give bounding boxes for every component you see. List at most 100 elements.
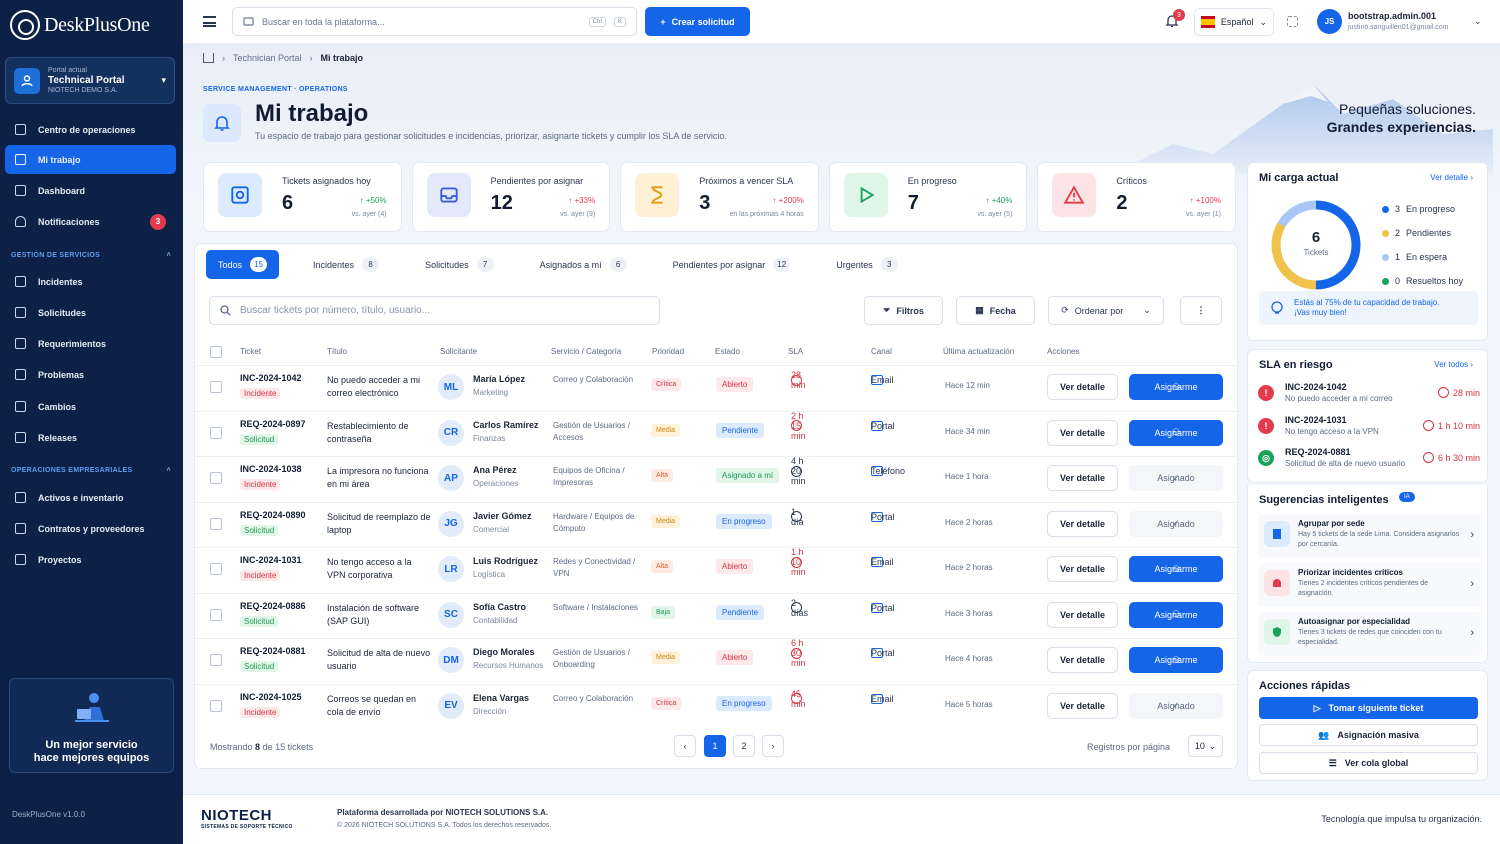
ticket-id[interactable]: REQ-2024-0890 <box>240 510 306 520</box>
ticket-id[interactable]: REQ-2024-0897 <box>240 419 306 429</box>
sla-risk-item[interactable]: ! INC-2024-1031 No tengo acceso a la VPN… <box>1258 414 1480 444</box>
tab-urgentes[interactable]: Urgentes 3 <box>824 250 910 279</box>
sort-select[interactable]: ⟳ Ordenar por ⌄ <box>1048 296 1164 325</box>
table-row[interactable]: REQ-2024-0890 Solicitud Solicitud de reemp… <box>195 501 1239 547</box>
table-row[interactable]: REQ-2024-0881 Solicitud Solicitud de alta … <box>195 638 1239 683</box>
page-2-button[interactable]: 2 <box>733 735 755 757</box>
row-checkbox[interactable] <box>210 654 222 666</box>
view-detail-button[interactable]: Ver detalle <box>1047 692 1118 719</box>
nav-problemas[interactable]: Problemas <box>5 360 176 389</box>
ticket-title[interactable]: Restablecimiento de contraseña <box>327 420 432 446</box>
ticket-title[interactable]: No tengo acceso a la VPN corporativa <box>327 556 432 582</box>
tab-pendientes-por-asignar[interactable]: Pendientes por asignar 12 <box>661 250 803 279</box>
nav-requerimientos[interactable]: Requerimientos <box>5 329 176 358</box>
avatar[interactable]: JS <box>1317 9 1342 34</box>
row-checkbox[interactable] <box>210 381 222 393</box>
ticket-title[interactable]: Solicitud de reemplazo de laptop <box>327 511 432 537</box>
col-sla[interactable]: SLA <box>788 347 803 356</box>
chevron-down-icon[interactable]: ⌄ <box>1474 16 1482 27</box>
col-channel[interactable]: Canal <box>871 347 892 356</box>
view-detail-button[interactable]: Ver detalle <box>1047 465 1118 491</box>
create-request-button[interactable]: + Crear solicitud <box>645 7 750 36</box>
next-page-button[interactable]: › <box>762 735 784 757</box>
section-operaciones-empresariales[interactable]: OPERACIONES EMPRESARIALES ˄ <box>11 467 171 474</box>
assign-me-button[interactable]: ⚇ Asignarme <box>1129 556 1223 582</box>
suggestion-item[interactable]: Agrupar por sede Hay 5 tickets de la sed… <box>1258 514 1482 558</box>
nav-dashboard[interactable]: Dashboard <box>5 176 176 205</box>
prev-page-button[interactable]: ‹ <box>674 735 696 757</box>
page-1-button[interactable]: 1 <box>704 735 726 757</box>
nav-proyectos[interactable]: Proyectos <box>5 545 176 574</box>
col-ticket[interactable]: Ticket <box>240 347 261 356</box>
ticket-search-input[interactable]: Buscar tickets por número, título, usuar… <box>209 296 660 325</box>
portal-switcher[interactable]: Portal actual Technical Portal NIOTECH D… <box>5 57 175 104</box>
view-detail-button[interactable]: Ver detalle <box>1047 601 1118 628</box>
global-search-input[interactable]: Buscar en toda la plataforma... Ctrl K <box>232 7 637 36</box>
tab-incidentes[interactable]: Incidentes 8 <box>301 250 391 279</box>
fullscreen-icon[interactable] <box>1287 16 1298 27</box>
sla-view-all-link[interactable]: Ver todos › <box>1434 360 1473 369</box>
tab-asignados-a-mí[interactable]: Asignados a mí 6 <box>528 250 639 279</box>
table-row[interactable]: INC-2024-1038 Incidente La impresora no fu… <box>195 456 1239 501</box>
ticket-title[interactable]: No puedo acceder a mi correo electrónico <box>327 374 432 400</box>
home-icon[interactable] <box>203 53 214 63</box>
col-requester[interactable]: Solicitante <box>440 347 477 356</box>
global-queue-button[interactable]: ☰ Ver cola global <box>1259 752 1478 774</box>
suggestion-item[interactable]: Priorizar incidentes críticos Tienes 2 i… <box>1258 563 1482 607</box>
view-detail-button[interactable]: Ver detalle <box>1047 374 1118 400</box>
per-page-select[interactable]: 10 ⌄ <box>1188 735 1223 757</box>
ticket-title[interactable]: Instalación de software (SAP GUI) <box>327 602 432 628</box>
section-gestion-servicios[interactable]: GESTIÓN DE SERVICIOS ˄ <box>11 252 171 259</box>
nav-notificaciones[interactable]: Notificaciones 3 <box>5 207 176 236</box>
assign-me-button[interactable]: ⚇ Asignarme <box>1129 419 1223 446</box>
assign-me-button[interactable]: ⚇ Asignarme <box>1129 374 1223 400</box>
ticket-id[interactable]: INC-2024-1038 <box>240 464 302 474</box>
row-checkbox[interactable] <box>210 517 222 530</box>
date-button[interactable]: ▦ Fecha <box>956 296 1035 325</box>
nav-cambios[interactable]: Cambios <box>5 392 176 421</box>
sla-risk-item[interactable]: ◎ REQ-2024-0881 Solicitud de alta de nue… <box>1258 446 1480 476</box>
more-options-icon[interactable]: ⋮ <box>1180 296 1222 325</box>
assign-me-button[interactable]: ⚇ Asignarme <box>1129 601 1223 628</box>
row-checkbox[interactable] <box>210 472 222 484</box>
breadcrumb-parent[interactable]: Technician Portal <box>233 53 302 63</box>
ticket-title[interactable]: La impresora no funciona en mi área <box>327 465 432 491</box>
table-row[interactable]: INC-2024-1042 Incidente No puedo acceder a… <box>195 365 1239 410</box>
assign-me-button[interactable]: ⚇ Asignarme <box>1129 647 1223 673</box>
row-checkbox[interactable] <box>210 563 222 575</box>
user-menu[interactable]: bootstrap.admin.001 justino.sanguillen01… <box>1348 10 1449 34</box>
row-checkbox[interactable] <box>210 608 222 621</box>
mass-assign-button[interactable]: 👥 Asignación masiva <box>1259 724 1478 746</box>
nav-incidentes[interactable]: Incidentes <box>5 267 176 296</box>
view-detail-button[interactable]: Ver detalle <box>1047 419 1118 446</box>
view-detail-button[interactable]: Ver detalle <box>1047 647 1118 673</box>
col-service[interactable]: Servicio / Categoría <box>551 347 621 356</box>
table-row[interactable]: REQ-2024-0886 Solicitud Instalación de sof… <box>195 592 1239 638</box>
ticket-id[interactable]: REQ-2024-0881 <box>240 646 306 656</box>
table-row[interactable]: INC-2024-1025 Incidente Correos se quedan … <box>195 683 1239 729</box>
col-priority[interactable]: Prioridad <box>652 347 684 356</box>
ticket-id[interactable]: REQ-2024-0886 <box>240 601 306 611</box>
nav-centro-operaciones[interactable]: Centro de operaciones <box>5 115 176 144</box>
ticket-id[interactable]: INC-2024-1025 <box>240 692 302 702</box>
workload-detail-link[interactable]: Ver detalle › <box>1430 173 1473 182</box>
nav-activos[interactable]: Activos e inventario <box>5 483 176 512</box>
nav-solicitudes[interactable]: Solicitudes <box>5 298 176 327</box>
view-detail-button[interactable]: Ver detalle <box>1047 556 1118 582</box>
nav-contratos[interactable]: Contratos y proveedores <box>5 514 176 543</box>
tab-solicitudes[interactable]: Solicitudes 7 <box>413 250 506 279</box>
filters-button[interactable]: ⏷ Filtros <box>864 296 943 325</box>
app-logo[interactable]: DeskPlusOne <box>10 8 150 42</box>
take-next-ticket-button[interactable]: ▷ Tomar siguiente ticket <box>1259 697 1478 719</box>
ticket-id[interactable]: INC-2024-1042 <box>240 373 302 383</box>
menu-icon[interactable] <box>203 16 216 27</box>
table-row[interactable]: INC-2024-1031 Incidente No tengo acceso a … <box>195 547 1239 592</box>
tab-todos[interactable]: Todos 15 <box>206 250 280 279</box>
ticket-title[interactable]: Solicitud de alta de nuevo usuario <box>327 647 432 673</box>
nav-mi-trabajo[interactable]: Mi trabajo <box>5 145 176 174</box>
col-status[interactable]: Estado <box>715 347 740 356</box>
select-all-checkbox[interactable] <box>210 346 222 358</box>
col-title[interactable]: Título <box>327 347 347 356</box>
row-checkbox[interactable] <box>210 426 222 439</box>
language-select[interactable]: Español ⌄ <box>1194 8 1274 36</box>
